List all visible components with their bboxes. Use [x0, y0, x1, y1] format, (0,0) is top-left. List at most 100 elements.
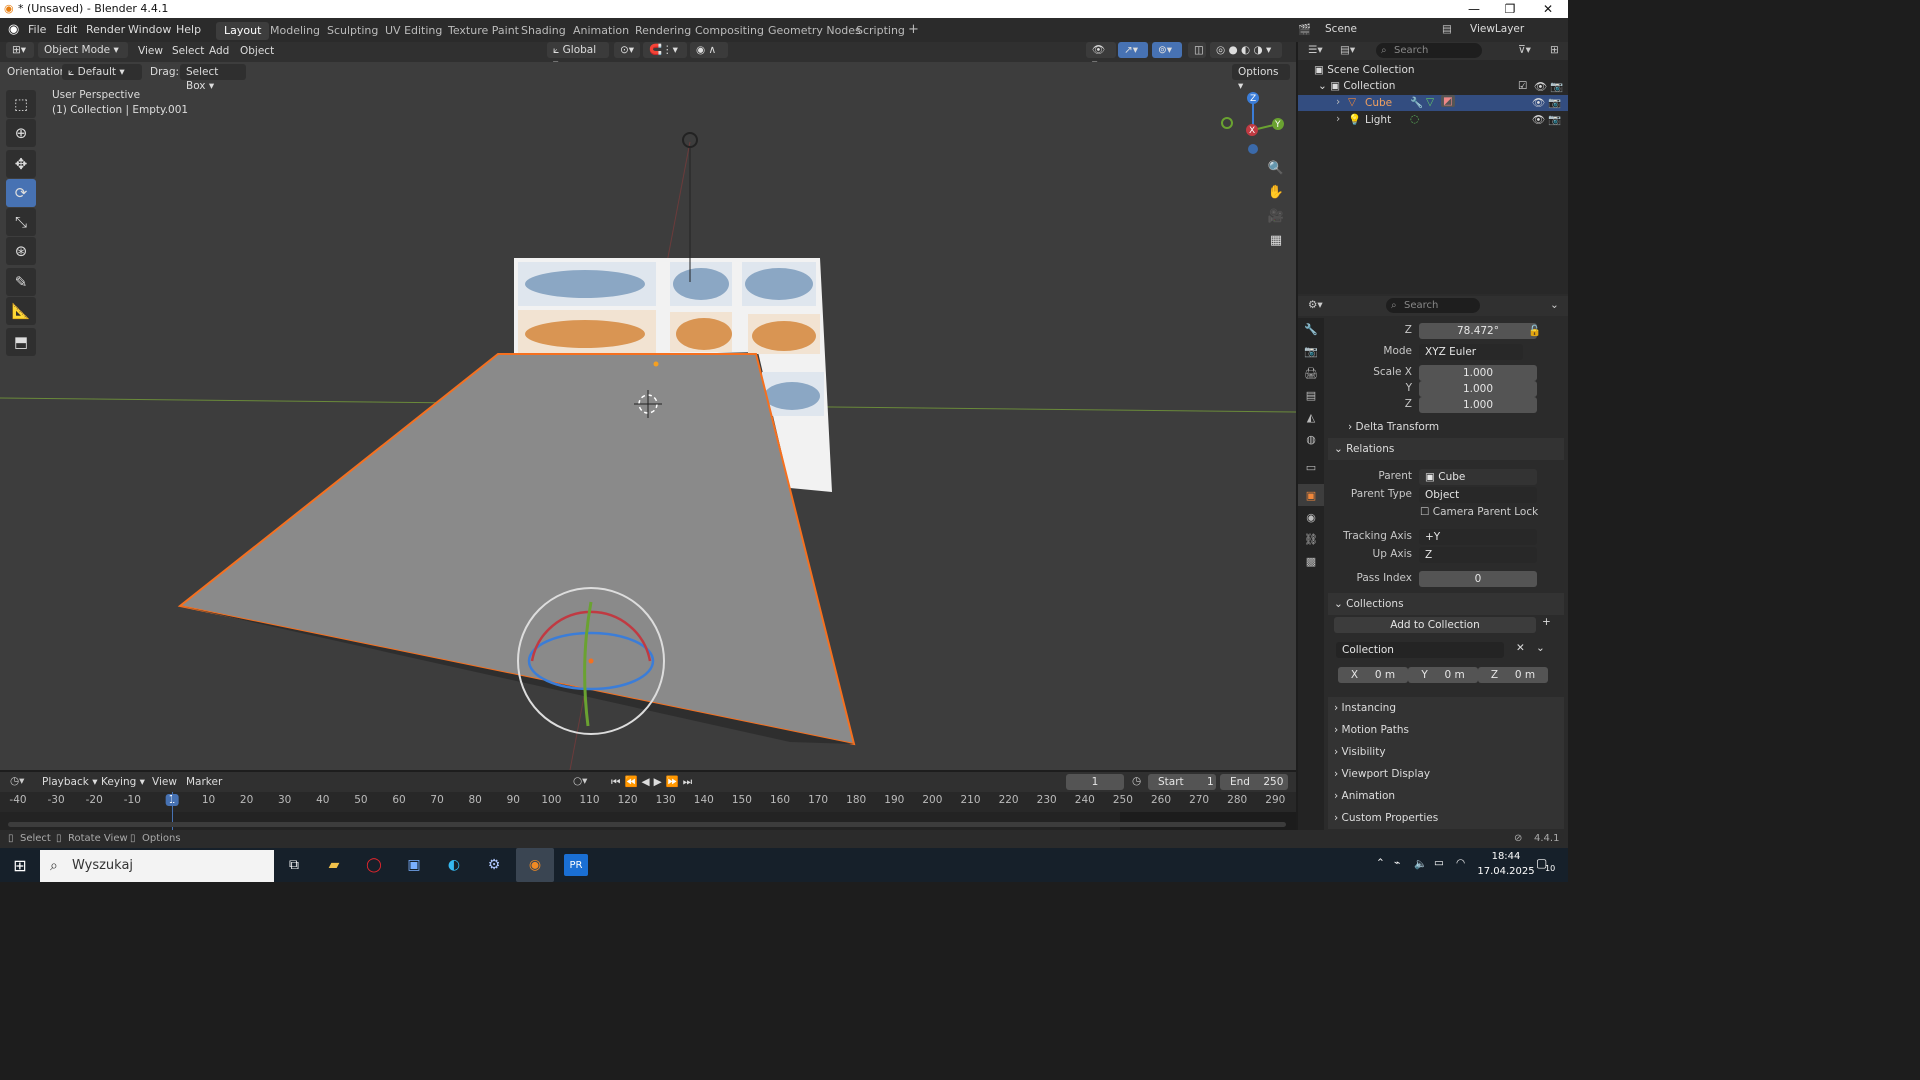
- view-layer-selector[interactable]: ViewLayer: [1470, 23, 1524, 35]
- playback-controls[interactable]: ⏮⏪◀▶⏩⏭: [611, 775, 696, 789]
- view-layer-tab-icon[interactable]: ▤: [1298, 384, 1324, 406]
- annotate-tool-icon[interactable]: ✎: [6, 268, 36, 296]
- start-frame-field[interactable]: Start 1: [1148, 774, 1216, 790]
- keying-menu[interactable]: Keying ▾: [101, 776, 145, 788]
- collection-offset-z-field[interactable]: Z 0 m: [1478, 667, 1548, 683]
- menu-file[interactable]: File: [28, 23, 46, 36]
- transform-tool-icon[interactable]: ⊛: [6, 237, 36, 265]
- close-button[interactable]: ✕: [1530, 0, 1566, 18]
- timeline-scrollbar[interactable]: [8, 822, 1286, 827]
- clock-icon[interactable]: ◷: [1132, 775, 1141, 787]
- light-data-icon[interactable]: ◌: [1410, 113, 1419, 125]
- chevron-down-icon[interactable]: ⌄: [1536, 642, 1545, 654]
- playback-menu[interactable]: Playback ▾: [42, 776, 97, 788]
- taskbar-search-box[interactable]: ⌕ Wyszukaj: [40, 850, 274, 882]
- 3d-viewport[interactable]: Orientation: ⟀ Default ▾ Drag: Select Bo…: [0, 62, 1296, 770]
- add-workspace-button[interactable]: +: [900, 20, 927, 38]
- cursor-tool-icon[interactable]: ⊕: [6, 119, 36, 147]
- menu-edit[interactable]: Edit: [56, 23, 77, 36]
- parent-type-select[interactable]: Object: [1419, 487, 1537, 503]
- menu-window[interactable]: Window: [128, 23, 171, 36]
- scale-x-field[interactable]: 1.000: [1419, 365, 1537, 381]
- network-icon[interactable]: ⌁: [1394, 857, 1400, 869]
- xray-toggle-button[interactable]: ◫: [1188, 42, 1206, 58]
- mesh-data-icon[interactable]: ▽: [1426, 96, 1434, 108]
- visibility-eye-icon[interactable]: 👁: [1534, 80, 1547, 93]
- steam-icon[interactable]: ⚙: [482, 854, 506, 876]
- shading-mode-buttons[interactable]: ◎ ● ◐ ◑ ▾: [1210, 42, 1282, 58]
- output-tab-icon[interactable]: 🖨: [1298, 362, 1324, 384]
- modifier-wrench-icon[interactable]: 🔧: [1410, 96, 1423, 109]
- mode-selector[interactable]: Object Mode ▾: [38, 42, 128, 58]
- add-cube-tool-icon[interactable]: ⬒: [6, 328, 36, 356]
- clock-time[interactable]: 18:44: [1476, 851, 1536, 862]
- zoom-icon[interactable]: 🔍: [1266, 158, 1286, 178]
- windows-start-icon[interactable]: ⊞: [8, 854, 32, 876]
- clock-date[interactable]: 17.04.2025: [1476, 866, 1536, 877]
- collection-offset-y-field[interactable]: Y 0 m: [1408, 667, 1478, 683]
- current-frame-field[interactable]: 1: [1066, 774, 1124, 790]
- remove-icon[interactable]: ✕: [1516, 642, 1525, 654]
- delta-transform-panel[interactable]: › Delta Transform: [1328, 416, 1564, 438]
- blender-taskbar-icon[interactable]: ◉: [516, 848, 554, 882]
- collections-panel[interactable]: ⌄ Collections: [1328, 593, 1564, 615]
- file-explorer-icon[interactable]: ▰: [322, 854, 346, 876]
- filter-icon[interactable]: ⊽▾: [1518, 44, 1531, 56]
- visibility-panel[interactable]: › Visibility: [1328, 741, 1564, 763]
- gizmo-toggle-button[interactable]: ↗▾: [1118, 42, 1148, 58]
- add-menu[interactable]: Add: [209, 45, 229, 57]
- view-menu[interactable]: View: [138, 45, 163, 57]
- menu-help[interactable]: Help: [176, 23, 201, 36]
- up-axis-select[interactable]: Z: [1419, 547, 1537, 563]
- outliner-item-light[interactable]: › 💡 Light ◌ 👁 📷: [1298, 112, 1568, 128]
- outliner-search-input[interactable]: ⌕ Search: [1376, 43, 1482, 58]
- app-taskbar-icon[interactable]: PR: [564, 854, 588, 876]
- scale-z-field[interactable]: 1.000: [1419, 397, 1537, 413]
- physics-tab-icon[interactable]: ◉: [1298, 506, 1324, 528]
- menu-render[interactable]: Render: [86, 23, 125, 36]
- rotate-tool-icon[interactable]: ⟳: [6, 179, 36, 207]
- end-frame-field[interactable]: End 250: [1220, 774, 1288, 790]
- constraints-tab-icon[interactable]: ⛓: [1298, 528, 1324, 550]
- navigation-gizmo[interactable]: Z Y X: [1216, 90, 1296, 160]
- viewport-display-panel[interactable]: › Viewport Display: [1328, 763, 1564, 785]
- visibility-eye-icon[interactable]: 👁: [1532, 113, 1545, 126]
- timeline-ruler[interactable]: -40-30-20-101102030405060708090100110120…: [0, 792, 1296, 830]
- auto-keying-icon[interactable]: ○▾: [573, 775, 587, 787]
- volume-icon[interactable]: 🔈: [1414, 857, 1427, 870]
- perspective-toggle-icon[interactable]: ▦: [1266, 230, 1286, 250]
- outliner-item-cube[interactable]: › ▽ Cube 🔧 ▽ ◩ 👁 📷: [1298, 95, 1568, 111]
- pan-hand-icon[interactable]: ✋: [1266, 182, 1286, 202]
- scene-tab-icon[interactable]: ◭: [1298, 406, 1324, 428]
- store-icon[interactable]: ▣: [402, 854, 426, 876]
- add-to-collection-button[interactable]: Add to Collection: [1334, 617, 1536, 633]
- blender-menu-icon[interactable]: ◉: [8, 22, 19, 37]
- object-tab-icon[interactable]: ▣: [1298, 484, 1324, 506]
- data-tab-icon[interactable]: ▩: [1298, 550, 1324, 572]
- marker-menu[interactable]: Marker: [186, 776, 222, 788]
- opera-icon[interactable]: ◯: [362, 854, 386, 876]
- motion-paths-panel[interactable]: › Motion Paths: [1328, 719, 1564, 741]
- visibility-eye-icon[interactable]: 👁: [1532, 96, 1545, 109]
- battery-icon[interactable]: ▭: [1434, 857, 1444, 869]
- collection-name-field[interactable]: Collection: [1336, 642, 1504, 658]
- render-camera-icon[interactable]: 📷: [1548, 113, 1561, 126]
- select-menu[interactable]: Select: [172, 45, 204, 57]
- overlays-toggle-button[interactable]: ⊚▾: [1152, 42, 1182, 58]
- new-collection-icon[interactable]: ⊞: [1550, 44, 1559, 56]
- chevron-down-icon[interactable]: ⌄: [1550, 299, 1559, 311]
- animation-panel[interactable]: › Animation: [1328, 785, 1564, 807]
- object-menu[interactable]: Object: [240, 45, 274, 57]
- proportional-editing-button[interactable]: ◉ ∧: [690, 42, 728, 58]
- pivot-point-button[interactable]: ⊙▾: [614, 42, 640, 58]
- select-box-tool-icon[interactable]: ⬚: [6, 90, 36, 118]
- minimize-button[interactable]: —: [1456, 0, 1492, 18]
- render-camera-icon[interactable]: 📷: [1550, 80, 1563, 93]
- scene-collection-row[interactable]: ▣ Scene Collection: [1314, 64, 1415, 76]
- tracking-axis-select[interactable]: +Y: [1419, 529, 1537, 545]
- world-tab-icon[interactable]: ◍: [1298, 428, 1324, 450]
- edge-icon[interactable]: ◐: [442, 854, 466, 876]
- editor-type-button[interactable]: ⊞▾: [6, 42, 34, 58]
- collection-tab-icon[interactable]: ▭: [1298, 456, 1324, 478]
- lock-icon[interactable]: 🔓: [1528, 324, 1541, 337]
